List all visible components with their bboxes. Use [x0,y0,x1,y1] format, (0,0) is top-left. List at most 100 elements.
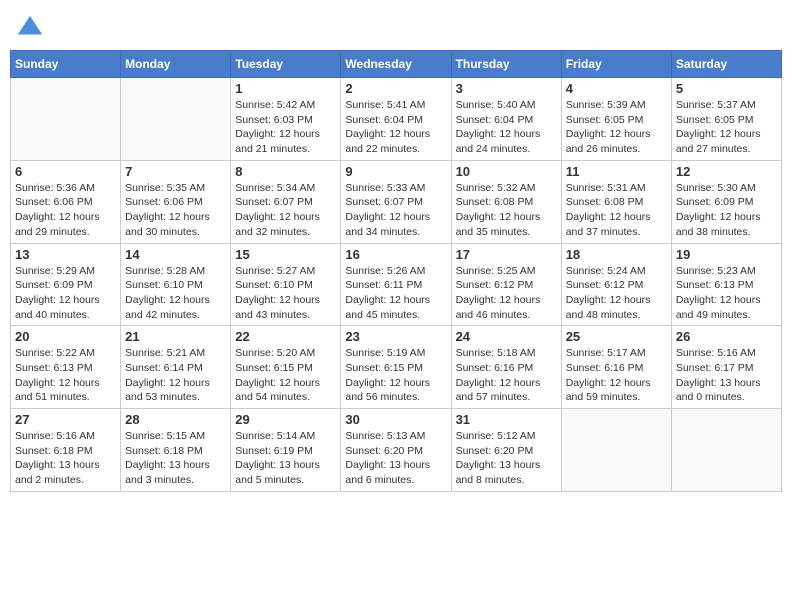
day-number: 3 [456,81,557,96]
day-info: Sunrise: 5:24 AM Sunset: 6:12 PM Dayligh… [566,264,667,323]
day-info: Sunrise: 5:36 AM Sunset: 6:06 PM Dayligh… [15,181,116,240]
weekday-header-monday: Monday [121,51,231,78]
calendar-cell [121,78,231,161]
calendar-cell: 7Sunrise: 5:35 AM Sunset: 6:06 PM Daylig… [121,160,231,243]
calendar-cell: 9 Sunrise: 5:33 AM Sunset: 6:07 PM Daylig… [341,160,451,243]
day-number: 29 [235,412,336,427]
calendar-cell: 1 Sunrise: 5:42 AM Sunset: 6:03 PM Daylig… [231,78,341,161]
day-number: 10 [456,164,557,179]
day-number: 9 [345,164,446,179]
calendar-row-3: 13 Sunrise: 5:29 AM Sunset: 6:09 PM Dayli… [11,243,782,326]
calendar-cell: 11 Sunrise: 5:31 AM Sunset: 6:08 PM Dayli… [561,160,671,243]
day-info: Sunrise: 5:20 AM Sunset: 6:15 PM Dayligh… [235,346,336,405]
day-number: 7 [125,164,226,179]
day-info: Sunrise: 5:39 AM Sunset: 6:05 PM Dayligh… [566,98,667,157]
day-number: 23 [345,329,446,344]
calendar-row-4: 20 Sunrise: 5:22 AM Sunset: 6:13 PM Dayli… [11,326,782,409]
day-info: Sunrise: 5:31 AM Sunset: 6:08 PM Dayligh… [566,181,667,240]
calendar-cell: 30Sunrise: 5:13 AM Sunset: 6:20 PM Dayli… [341,409,451,492]
day-number: 6 [15,164,116,179]
calendar-cell: 5 Sunrise: 5:37 AM Sunset: 6:05 PM Daylig… [671,78,781,161]
calendar-cell: 25Sunrise: 5:17 AM Sunset: 6:16 PM Dayli… [561,326,671,409]
day-info: Sunrise: 5:28 AM Sunset: 6:10 PM Dayligh… [125,264,226,323]
weekday-header-friday: Friday [561,51,671,78]
day-info: Sunrise: 5:19 AM Sunset: 6:15 PM Dayligh… [345,346,446,405]
calendar-cell: 19Sunrise: 5:23 AM Sunset: 6:13 PM Dayli… [671,243,781,326]
calendar-cell: 2 Sunrise: 5:41 AM Sunset: 6:04 PM Daylig… [341,78,451,161]
weekday-header-tuesday: Tuesday [231,51,341,78]
day-number: 17 [456,247,557,262]
day-number: 26 [676,329,777,344]
day-number: 13 [15,247,116,262]
day-info: Sunrise: 5:18 AM Sunset: 6:16 PM Dayligh… [456,346,557,405]
day-number: 11 [566,164,667,179]
calendar-cell: 29 Sunrise: 5:14 AM Sunset: 6:19 PM Dayli… [231,409,341,492]
day-number: 5 [676,81,777,96]
day-number: 22 [235,329,336,344]
calendar-row-1: 1 Sunrise: 5:42 AM Sunset: 6:03 PM Daylig… [11,78,782,161]
calendar-cell: 31Sunrise: 5:12 AM Sunset: 6:20 PM Dayli… [451,409,561,492]
page-header [10,10,782,42]
logo [14,14,44,42]
calendar-cell: 10 Sunrise: 5:32 AM Sunset: 6:08 PM Dayli… [451,160,561,243]
calendar-cell: 12Sunrise: 5:30 AM Sunset: 6:09 PM Dayli… [671,160,781,243]
calendar-cell: 21Sunrise: 5:21 AM Sunset: 6:14 PM Dayli… [121,326,231,409]
day-number: 1 [235,81,336,96]
calendar-cell: 4 Sunrise: 5:39 AM Sunset: 6:05 PM Daylig… [561,78,671,161]
day-info: Sunrise: 5:37 AM Sunset: 6:05 PM Dayligh… [676,98,777,157]
calendar-cell [11,78,121,161]
day-info: Sunrise: 5:40 AM Sunset: 6:04 PM Dayligh… [456,98,557,157]
weekday-header-saturday: Saturday [671,51,781,78]
calendar-cell: 6 Sunrise: 5:36 AM Sunset: 6:06 PM Daylig… [11,160,121,243]
calendar-cell: 17 Sunrise: 5:25 AM Sunset: 6:12 PM Dayli… [451,243,561,326]
calendar-cell: 20 Sunrise: 5:22 AM Sunset: 6:13 PM Dayli… [11,326,121,409]
day-info: Sunrise: 5:15 AM Sunset: 6:18 PM Dayligh… [125,429,226,488]
day-number: 27 [15,412,116,427]
day-info: Sunrise: 5:21 AM Sunset: 6:14 PM Dayligh… [125,346,226,405]
day-number: 20 [15,329,116,344]
day-info: Sunrise: 5:32 AM Sunset: 6:08 PM Dayligh… [456,181,557,240]
day-info: Sunrise: 5:29 AM Sunset: 6:09 PM Dayligh… [15,264,116,323]
calendar-cell: 13 Sunrise: 5:29 AM Sunset: 6:09 PM Dayli… [11,243,121,326]
day-number: 8 [235,164,336,179]
calendar-cell: 27Sunrise: 5:16 AM Sunset: 6:18 PM Dayli… [11,409,121,492]
day-info: Sunrise: 5:14 AM Sunset: 6:19 PM Dayligh… [235,429,336,488]
day-number: 2 [345,81,446,96]
day-info: Sunrise: 5:23 AM Sunset: 6:13 PM Dayligh… [676,264,777,323]
day-number: 25 [566,329,667,344]
day-info: Sunrise: 5:16 AM Sunset: 6:17 PM Dayligh… [676,346,777,405]
calendar-cell: 24 Sunrise: 5:18 AM Sunset: 6:16 PM Dayli… [451,326,561,409]
calendar-cell: 28Sunrise: 5:15 AM Sunset: 6:18 PM Dayli… [121,409,231,492]
calendar-table: SundayMondayTuesdayWednesdayThursdayFrid… [10,50,782,492]
day-info: Sunrise: 5:12 AM Sunset: 6:20 PM Dayligh… [456,429,557,488]
day-number: 30 [345,412,446,427]
day-number: 24 [456,329,557,344]
day-number: 14 [125,247,226,262]
day-number: 18 [566,247,667,262]
day-number: 4 [566,81,667,96]
calendar-cell: 18 Sunrise: 5:24 AM Sunset: 6:12 PM Dayli… [561,243,671,326]
day-number: 16 [345,247,446,262]
day-number: 12 [676,164,777,179]
day-info: Sunrise: 5:22 AM Sunset: 6:13 PM Dayligh… [15,346,116,405]
calendar-cell: 15 Sunrise: 5:27 AM Sunset: 6:10 PM Dayli… [231,243,341,326]
calendar-row-2: 6 Sunrise: 5:36 AM Sunset: 6:06 PM Daylig… [11,160,782,243]
day-info: Sunrise: 5:27 AM Sunset: 6:10 PM Dayligh… [235,264,336,323]
calendar-row-5: 27Sunrise: 5:16 AM Sunset: 6:18 PM Dayli… [11,409,782,492]
weekday-header-thursday: Thursday [451,51,561,78]
logo-icon [16,14,44,42]
day-number: 15 [235,247,336,262]
calendar-cell: 22 Sunrise: 5:20 AM Sunset: 6:15 PM Dayli… [231,326,341,409]
calendar-cell: 14 Sunrise: 5:28 AM Sunset: 6:10 PM Dayli… [121,243,231,326]
day-info: Sunrise: 5:25 AM Sunset: 6:12 PM Dayligh… [456,264,557,323]
calendar-header-row: SundayMondayTuesdayWednesdayThursdayFrid… [11,51,782,78]
calendar-cell: 23 Sunrise: 5:19 AM Sunset: 6:15 PM Dayli… [341,326,451,409]
day-info: Sunrise: 5:33 AM Sunset: 6:07 PM Dayligh… [345,181,446,240]
calendar-cell [561,409,671,492]
calendar-cell: 16 Sunrise: 5:26 AM Sunset: 6:11 PM Dayli… [341,243,451,326]
calendar-cell: 26 Sunrise: 5:16 AM Sunset: 6:17 PM Dayli… [671,326,781,409]
calendar-cell: 3 Sunrise: 5:40 AM Sunset: 6:04 PM Daylig… [451,78,561,161]
day-info: Sunrise: 5:42 AM Sunset: 6:03 PM Dayligh… [235,98,336,157]
day-info: Sunrise: 5:26 AM Sunset: 6:11 PM Dayligh… [345,264,446,323]
day-info: Sunrise: 5:41 AM Sunset: 6:04 PM Dayligh… [345,98,446,157]
